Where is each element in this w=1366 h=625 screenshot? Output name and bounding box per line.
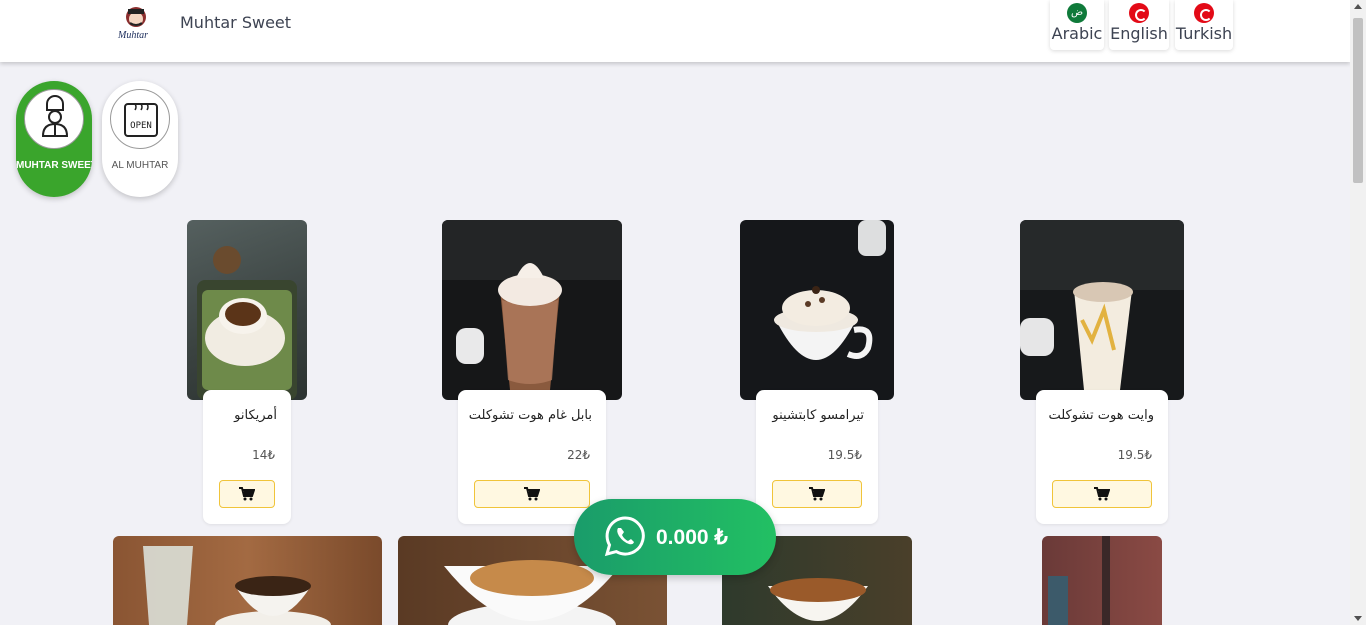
add-to-cart-button[interactable] (772, 480, 862, 508)
cart-icon (1094, 487, 1110, 501)
product-price: 22₺ (567, 448, 590, 462)
product-image-tiramisu-cappuccino[interactable] (740, 220, 894, 400)
brand-name: Muhtar Sweet (180, 13, 292, 32)
saudi-flag-icon: ض (1067, 3, 1087, 23)
add-to-cart-button[interactable] (474, 480, 590, 508)
turkey-flag-icon (1194, 3, 1214, 23)
category-label: AL MUHTAR (111, 160, 169, 171)
product-card-white-hot-chocolate: وايت هوت تشوكلت 19.5₺ (1036, 390, 1168, 524)
cart-icon (524, 487, 540, 501)
product-name: أمريكانو (234, 408, 277, 423)
product-name: وايت هوت تشوكلت (1048, 408, 1154, 423)
product-price: 19.5₺ (1117, 448, 1152, 462)
product-card-tiramisu-cappuccino: تيرامسو كابتشينو 19.5₺ (756, 390, 878, 524)
product-image-dessert[interactable] (1042, 536, 1162, 625)
scroll-up-arrow-icon[interactable] (1354, 4, 1362, 9)
product-name: بابل غام هوت تشوكلت (468, 408, 592, 423)
language-label: English (1110, 24, 1168, 43)
product-image-turkish-coffee[interactable] (113, 536, 382, 625)
add-to-cart-button[interactable] (219, 480, 275, 508)
language-arabic[interactable]: ض Arabic (1050, 0, 1104, 50)
product-card-americano: أمريكانو 14₺ (203, 390, 291, 524)
svg-text:Muhtar: Muhtar (117, 30, 148, 41)
page-scrollbar[interactable] (1350, 0, 1366, 625)
chef-icon (24, 89, 84, 149)
language-english[interactable]: English (1109, 0, 1169, 50)
whatsapp-order-button[interactable]: 0.000 ₺ (574, 499, 776, 575)
product-price: 14₺ (252, 448, 275, 462)
scrollbar-thumb[interactable] (1353, 18, 1363, 183)
cart-icon (239, 487, 255, 501)
svg-text:OPEN: OPEN (130, 121, 152, 131)
muhtar-logo[interactable]: Muhtar (116, 4, 158, 44)
add-to-cart-button[interactable] (1052, 480, 1152, 508)
scroll-down-arrow-icon[interactable] (1354, 616, 1362, 621)
cart-icon (809, 487, 825, 501)
product-price: 19.5₺ (827, 448, 862, 462)
top-header: Muhtar Muhtar Sweet ض Arabic English Tur… (0, 0, 1350, 62)
product-image-americano[interactable] (187, 220, 307, 400)
language-label: Arabic (1051, 24, 1103, 43)
product-image-bubble-gum-hot-chocolate[interactable] (442, 220, 622, 400)
category-al-muhtar[interactable]: OPEN AL MUHTAR (102, 81, 178, 197)
product-image-white-hot-chocolate[interactable] (1020, 220, 1184, 400)
language-turkish[interactable]: Turkish (1175, 0, 1233, 50)
cart-total: 0.000 ₺ (656, 526, 728, 549)
language-label: Turkish (1175, 24, 1233, 43)
product-name: تيرامسو كابتشينو (772, 408, 864, 423)
product-card-bubble-gum-hot-chocolate: بابل غام هوت تشوكلت 22₺ (458, 390, 606, 524)
turkey-flag-icon (1129, 3, 1149, 23)
whatsapp-icon (604, 516, 645, 557)
category-muhtar-sweet[interactable]: MUHTAR SWEET (16, 81, 92, 197)
open-cafe-icon: OPEN (110, 89, 170, 149)
category-label: MUHTAR SWEET (16, 160, 92, 171)
